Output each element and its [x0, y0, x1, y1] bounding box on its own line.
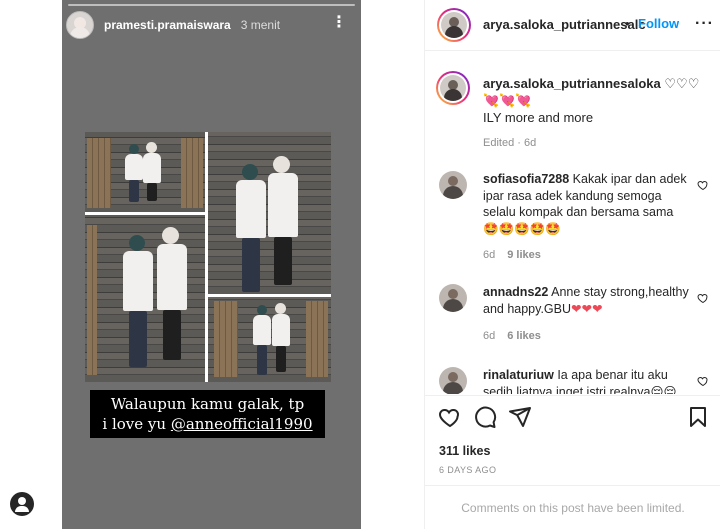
comment-emoji: 😔😔 — [650, 384, 677, 395]
user-profile-icon[interactable] — [10, 492, 34, 516]
bookmark-save-icon[interactable] — [686, 405, 710, 429]
comment-likes[interactable]: 9 likes — [507, 249, 541, 261]
comment-body: annadns22 Anne stay strong,healthy and h… — [483, 284, 697, 317]
story-photo-collage — [85, 132, 331, 382]
comment-avatar[interactable] — [439, 367, 467, 394]
comment-emoji: ❤❤❤ — [571, 301, 603, 316]
collage-photo-2 — [208, 132, 331, 294]
comment-emoji: 🤩🤩🤩🤩🤩 — [483, 221, 561, 236]
share-paper-plane-icon[interactable] — [508, 405, 532, 429]
post-date: 6 DAYS AGO — [439, 465, 497, 475]
story-avatar[interactable] — [66, 11, 94, 39]
collage-photo-3 — [85, 215, 205, 382]
comment-likes[interactable]: 6 likes — [507, 330, 541, 342]
caption-meta: Edited · 6d — [483, 137, 537, 149]
comment-bubble-icon[interactable] — [473, 405, 497, 429]
collage-photo-4 — [208, 297, 331, 382]
comment-age: 6d — [483, 330, 496, 342]
story-caption-line-2: i love yu @anneofficial1990 — [90, 415, 325, 433]
story-progress-bar — [68, 4, 355, 6]
post-author-avatar[interactable] — [437, 8, 471, 42]
story-caption-line-1: Walaupun kamu galak, tp — [110, 395, 305, 413]
post-author-username[interactable]: arya.saloka_putriannesalc — [483, 17, 646, 32]
post-actions-bar — [425, 395, 720, 436]
comment-meta: 6d 9 likes — [483, 249, 541, 261]
comment-username[interactable]: annadns22 — [483, 285, 548, 299]
story-mention-link[interactable]: @anneofficial1990 — [171, 415, 313, 433]
like-comment-heart-icon[interactable] — [697, 292, 709, 304]
more-options-icon[interactable]: ··· — [695, 15, 714, 33]
post-detail-panel: arya.saloka_putriannesalc • Follow ··· a… — [424, 0, 720, 529]
comments-limited-notice: Comments on this post have been limited. — [425, 485, 720, 530]
like-comment-heart-icon[interactable] — [697, 179, 709, 191]
likes-count[interactable]: 311 likes — [439, 444, 490, 458]
story-caption-box: Walaupun kamu galak, tp i love yu @anneo… — [90, 390, 325, 438]
caption-text: ILY more and more — [483, 110, 594, 125]
comment-body: rinalaturiuw Ia apa benar itu aku sedih … — [483, 367, 697, 394]
caption-hearts: ♡♡♡ — [664, 76, 700, 91]
caption-author-avatar[interactable] — [436, 71, 470, 105]
post-header: arya.saloka_putriannesalc • Follow ··· — [425, 0, 720, 51]
caption-username[interactable]: arya.saloka_putriannesaloka — [483, 76, 661, 91]
story-username[interactable]: pramesti.pramaiswara — [104, 18, 231, 32]
comments-limited-text: Comments on this post have been limited. — [461, 501, 685, 515]
caption-heart-emojis: 💘💘💘 — [483, 93, 532, 108]
comment-body: sofiasofia7288 Kakak ipar dan adek ipar … — [483, 171, 697, 237]
header-separator: • — [625, 16, 630, 31]
comment-avatar[interactable] — [439, 171, 467, 199]
like-heart-icon[interactable] — [438, 405, 462, 429]
like-comment-heart-icon[interactable] — [697, 375, 709, 387]
story-caption-text: i love yu — [102, 415, 171, 433]
story-header: pramesti.pramaiswara 3 menit ⋮ — [66, 10, 357, 40]
story-timestamp: 3 menit — [240, 18, 281, 32]
comment-username[interactable]: sofiasofia7288 — [483, 172, 569, 186]
comment-meta: 6d 6 likes — [483, 330, 541, 342]
comment-age: 6d — [483, 249, 496, 261]
comment-username[interactable]: rinalaturiuw — [483, 368, 554, 382]
collage-photo-1 — [85, 132, 205, 212]
more-options-icon[interactable]: ⋮ — [331, 14, 347, 32]
follow-button[interactable]: Follow — [638, 16, 679, 31]
comment-avatar[interactable] — [439, 284, 467, 312]
post-caption: arya.saloka_putriannesaloka ♡♡♡ 💘💘💘 ILY … — [483, 75, 711, 126]
comments-list[interactable]: arya.saloka_putriannesaloka ♡♡♡ 💘💘💘 ILY … — [425, 51, 720, 394]
